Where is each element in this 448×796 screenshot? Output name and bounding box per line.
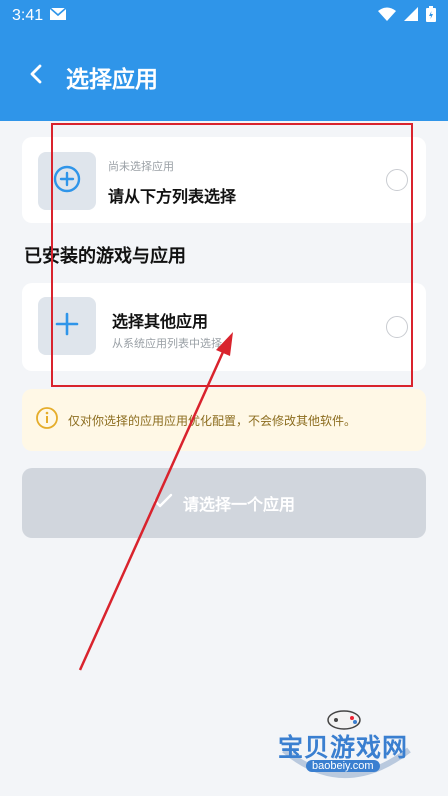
other-app-label: 选择其他应用 bbox=[112, 312, 209, 331]
notice-text: 仅对你选择的应用应用优化配置，不会修改其他软件。 bbox=[68, 413, 357, 428]
confirm-button[interactable]: 请选择一个应用 bbox=[22, 468, 426, 538]
status-bar: 3:41 bbox=[0, 0, 448, 32]
check-icon bbox=[153, 493, 173, 513]
watermark: 宝贝游戏网 baobeiy.com bbox=[264, 700, 424, 792]
status-icons bbox=[378, 6, 436, 26]
wifi-icon bbox=[378, 7, 396, 25]
selected-app-card[interactable]: 尚未选择应用 请从下方列表选择 bbox=[22, 137, 426, 223]
info-icon bbox=[36, 407, 58, 433]
plus-icon bbox=[54, 311, 80, 341]
notice-banner: 仅对你选择的应用应用优化配置，不会修改其他软件。 bbox=[22, 389, 426, 451]
battery-icon bbox=[426, 6, 436, 26]
selected-app-radio[interactable] bbox=[386, 169, 408, 191]
other-app-radio[interactable] bbox=[386, 316, 408, 338]
selected-app-status: 尚未选择应用 bbox=[108, 160, 174, 173]
mail-icon bbox=[49, 7, 67, 25]
selected-app-icon-tile bbox=[38, 152, 96, 210]
add-circle-icon bbox=[52, 164, 82, 198]
watermark-text: 宝贝游戏网 bbox=[278, 733, 409, 762]
other-app-card[interactable]: 选择其他应用 从系统应用列表中选择 bbox=[22, 283, 426, 371]
back-arrow-icon bbox=[29, 63, 43, 89]
other-app-description: 从系统应用列表中选择 bbox=[112, 337, 222, 350]
watermark-url: baobeiy.com bbox=[306, 760, 380, 772]
selected-app-hint: 请从下方列表选择 bbox=[108, 187, 237, 206]
confirm-button-label: 请选择一个应用 bbox=[182, 495, 295, 514]
installed-section-title: 已安装的游戏与应用 bbox=[24, 246, 186, 267]
other-app-icon-tile bbox=[38, 297, 96, 355]
signal-icon bbox=[404, 7, 418, 25]
back-button[interactable] bbox=[22, 60, 50, 92]
status-time: 3:41 bbox=[12, 7, 44, 24]
page-title: 选择应用 bbox=[66, 67, 158, 93]
app-bar: 3:41 选择应用 bbox=[0, 0, 448, 121]
